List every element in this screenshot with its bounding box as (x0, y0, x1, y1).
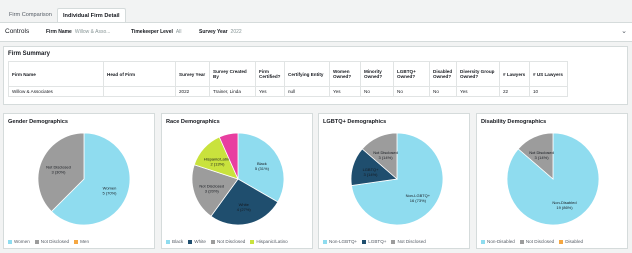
table-header[interactable]: Firm Certified? (255, 61, 285, 87)
survey-year-value[interactable]: 2022 (231, 29, 242, 35)
legend-label: Men (80, 239, 90, 244)
timekeeper-label: Timekeeper Level (131, 29, 173, 35)
table-header[interactable]: # Lawyers (499, 61, 530, 87)
firm-name-label: Firm Name (46, 29, 72, 35)
legend-label: Non-LGBTQ+ (329, 239, 358, 244)
legend-label: Not Disclosed (525, 239, 555, 244)
slice-label: Women 5 (70%) (102, 186, 117, 196)
legend-label: White (194, 239, 206, 244)
gender-chart-card: Gender Demographics Women 5 (70%) Not Disc… (3, 113, 155, 249)
legend-swatch (166, 239, 170, 244)
legend-item[interactable]: Women (8, 239, 30, 244)
table-header[interactable]: Minority Owned? (360, 61, 394, 87)
legend-label: Non-Disabled (487, 239, 515, 244)
legend-label: Hispanic/Latino (256, 239, 288, 244)
legend-label: Not Disclosed (216, 239, 246, 244)
table-cell: Yes (456, 86, 500, 97)
chevron-down-icon[interactable]: ⌄ (621, 27, 627, 35)
legend-label: LGBTQ+ (368, 239, 387, 244)
legend-item[interactable]: Not Disclosed (391, 239, 426, 244)
table-header[interactable]: Firm Name (8, 61, 104, 87)
table-cell: 2022 (175, 86, 210, 97)
legend-item[interactable]: White (188, 239, 206, 244)
chart-legend: Non-Disabled Not Disclosed Disabled (481, 239, 588, 244)
legend-swatch (74, 239, 79, 244)
legend-swatch (323, 239, 327, 244)
table-header[interactable]: Diversity Group Owned? (456, 61, 500, 87)
legend-label: Women (14, 239, 30, 244)
chart-legend: Black White Not Disclosed Hispanic/Latino (166, 239, 293, 244)
legend-label: Not Disclosed (397, 239, 426, 244)
tab-individual-firm-detail[interactable]: Individual Firm Detail (57, 8, 126, 22)
firm-name-value[interactable]: Willow & Asso... (75, 29, 111, 35)
table-header-row: Firm Name Head of Firm Survey Year Surve… (8, 61, 568, 87)
table-cell: Yes (329, 86, 361, 97)
legend-item[interactable]: Black (166, 239, 183, 244)
sheet-tabs: Firm Comparison Individual Firm Detail (0, 0, 632, 22)
legend-swatch (391, 239, 396, 244)
race-pie-chart: Black 5 (31%)White 4 (27%)Not Disclosed 3 (… (191, 132, 285, 226)
chart-legend: Women Not Disclosed Men (8, 239, 94, 244)
firm-summary-panel: Firm Summary Firm Name Head of Firm Surv… (3, 46, 628, 105)
disability-pie-chart: Non-Disabled 19 (86%)Not Disclosed 3 (14%) (506, 132, 600, 226)
survey-year-label: Survey Year (199, 29, 228, 35)
legend-item[interactable]: Not Disclosed (210, 239, 246, 244)
table-cell: No (360, 86, 394, 97)
table-cell: 10 (529, 86, 568, 97)
legend-swatch (519, 239, 524, 244)
disability-chart-card: Disability Demographics Non-Disabled 19 (… (476, 113, 628, 249)
legend-swatch (559, 239, 564, 244)
table-cell: null (284, 86, 330, 97)
table-cell (103, 86, 176, 97)
table-cell: Willow & Associates (8, 86, 104, 97)
legend-swatch (188, 239, 193, 244)
legend-item[interactable]: Non-LGBTQ+ (323, 239, 357, 244)
table-cell: 22 (499, 86, 530, 97)
legend-label: Black (172, 239, 184, 244)
timekeeper-value[interactable]: All (176, 29, 182, 35)
firm-name-control[interactable]: Firm Name Willow & Asso... (46, 29, 110, 35)
tab-firm-comparison[interactable]: Firm Comparison (4, 8, 57, 22)
table-header[interactable]: Survey Year (175, 61, 210, 87)
table-cell: Yes (255, 86, 285, 97)
legend-swatch (362, 239, 367, 244)
legend-item[interactable]: Men (74, 239, 89, 244)
legend-swatch (210, 239, 215, 244)
gender-pie-chart: Women 5 (70%)Not Disclosed 3 (30%) (37, 132, 131, 226)
timekeeper-control[interactable]: Timekeeper Level All (131, 29, 181, 35)
table-header[interactable]: LGBTQ+ Owned? (393, 61, 430, 87)
legend-item[interactable]: Non-Disabled (481, 239, 515, 244)
legend-swatch (8, 239, 12, 244)
table-cell: No (429, 86, 457, 97)
table-header[interactable]: Certifying Entity (284, 61, 330, 87)
controls-title: Controls (5, 28, 30, 35)
survey-year-control[interactable]: Survey Year 2022 (199, 29, 242, 35)
lgbtq-pie-chart: Non-LGBTQ+ 16 (73%)LGBTQ+ 3 (14%)Not Discl… (350, 132, 444, 226)
legend-item[interactable]: Hispanic/Latino (250, 239, 288, 244)
race-chart-card: Race Demographics Black 5 (31%) White 4 (27… (161, 113, 313, 249)
slice-label: LGBTQ+ 3 (14%) (363, 167, 380, 177)
legend-item[interactable]: Not Disclosed (34, 239, 70, 244)
table-header[interactable]: # US Lawyers (529, 61, 568, 87)
table-cell: Trainer, Linda (209, 86, 256, 97)
legend-swatch (34, 239, 39, 244)
table-header[interactable]: Survey Created By (209, 61, 256, 87)
table-row[interactable]: Willow & Associates 2022 Trainer, Linda … (8, 86, 568, 97)
firm-summary-title: Firm Summary (8, 51, 51, 57)
legend-item[interactable]: LGBTQ+ (362, 239, 386, 244)
legend-swatch (250, 239, 255, 244)
firm-summary-table: Firm Name Head of Firm Survey Year Surve… (8, 61, 568, 97)
legend-label: Disabled (565, 239, 584, 244)
legend-label: Not Disclosed (40, 239, 70, 244)
legend-item[interactable]: Not Disclosed (519, 239, 555, 244)
legend-swatch (481, 239, 485, 244)
legend-item[interactable]: Disabled (559, 239, 583, 244)
table-header[interactable]: Disabled Owned? (429, 61, 457, 87)
table-header[interactable]: Head of Firm (103, 61, 176, 87)
chart-legend: Non-LGBTQ+ LGBTQ+ Not Disclosed (323, 239, 431, 244)
table-header[interactable]: Women Owned? (329, 61, 361, 87)
controls-bar: Controls Firm Name Willow & Asso... Timek… (0, 22, 632, 42)
lgbtq-chart-card: LGBTQ+ Demographics Non-LGBTQ+ 16 (73%) LG… (318, 113, 470, 249)
table-cell: No (393, 86, 430, 97)
